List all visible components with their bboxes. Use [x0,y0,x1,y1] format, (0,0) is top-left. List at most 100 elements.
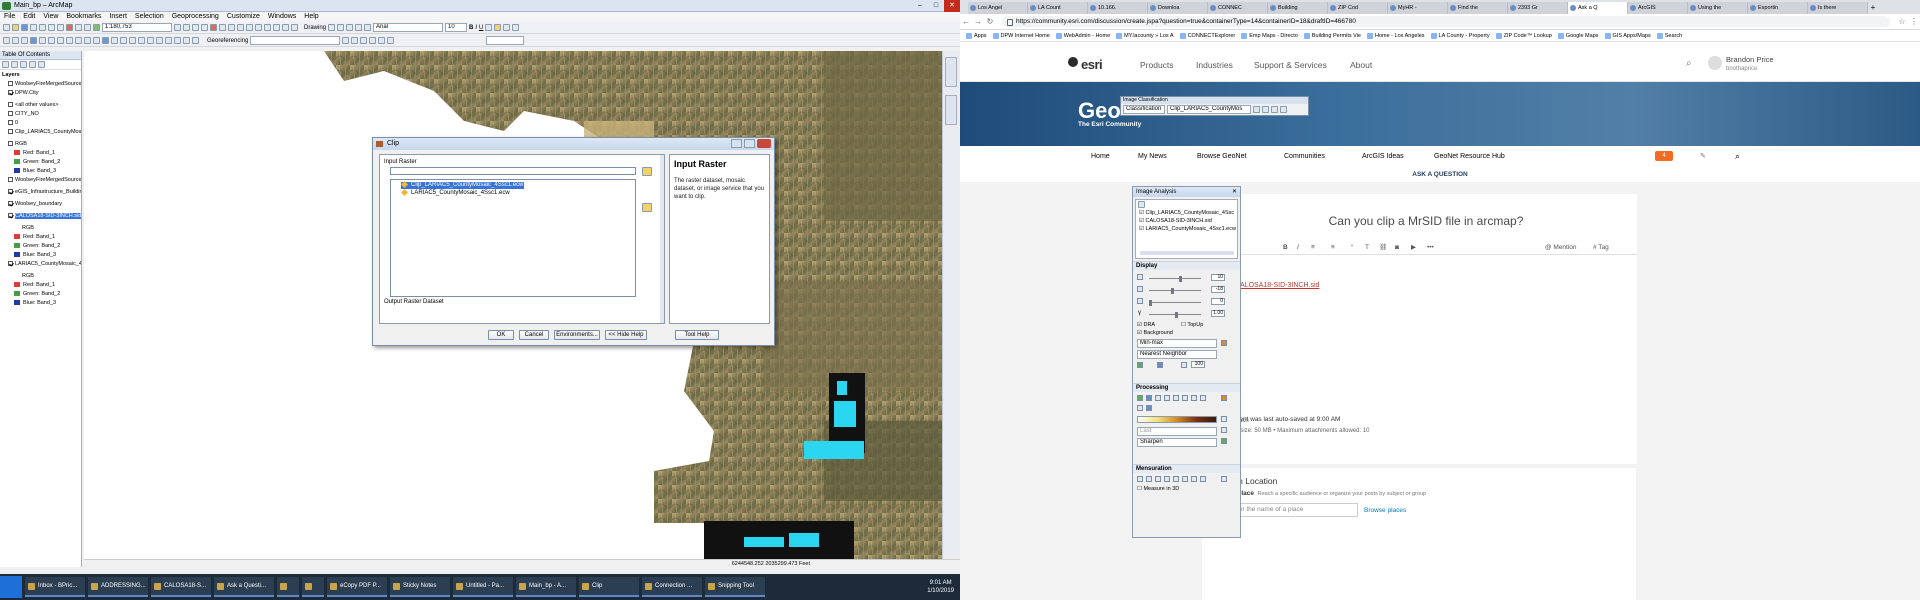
last-tool-icon[interactable] [1221,427,1227,433]
toc-item[interactable]: WoolseyFireMergedSources_h [0,81,81,87]
rotate-icon[interactable] [337,24,345,31]
tool-5-icon[interactable] [282,24,289,31]
browser-tab[interactable]: Los Angel [968,2,1028,14]
extra-combo[interactable] [486,36,525,45]
place-name-input[interactable]: Enter the name of a place [1224,503,1358,517]
notification-badge[interactable]: 4 [1655,151,1673,161]
layer-visibility-checkbox[interactable] [8,201,13,207]
tool-help-button[interactable]: Tool Help [675,330,719,340]
taskbar-app-button[interactable]: Connection ... [642,577,702,597]
meas-tool-6-icon[interactable] [1182,476,1188,482]
list-by-source-icon[interactable] [11,61,18,68]
list-by-visibility-icon[interactable] [20,61,27,68]
undo-icon[interactable] [75,24,82,31]
bookmark-item[interactable]: DPW Internet Home [992,30,1050,41]
toc-item[interactable]: 0 [0,120,81,126]
bookmark-item[interactable]: GIS Apps/Maps [1604,30,1651,41]
editor-icon[interactable] [174,24,181,31]
taskbar-app-button[interactable]: eCopy PDF P... [327,577,387,597]
layer-visibility-checkbox[interactable] [8,90,13,96]
user-avatar[interactable] [1708,56,1722,70]
raster-list-item[interactable]: LARIAC5_CountyMosaic_4Ssc1.ecw [401,190,511,197]
map-scale-combo[interactable]: 1:180,753 [102,23,172,32]
toc-item[interactable]: Blue: Band_3 [0,300,81,306]
font-color-icon[interactable] [485,24,493,31]
layer-visibility-checkbox[interactable] [8,177,13,183]
nav-products[interactable]: Products [1140,60,1174,70]
gamma-slider[interactable] [1149,312,1201,318]
toc-item[interactable]: CALOSA18-SID-3INCH.sid [0,213,81,219]
ia-options-icon[interactable] [1138,201,1145,208]
resample-dropdown[interactable]: Nearest Neighbor [1137,350,1217,359]
bold-button[interactable]: B [469,25,473,31]
taskbar-app-button[interactable]: Sticky Notes [390,577,450,597]
proc-save-icon[interactable] [1221,395,1227,401]
ic-layer-dropdown[interactable]: Clip_LARIAC5_CountyMos [1167,105,1251,114]
swipe-icon[interactable] [183,37,190,44]
subnav-ideas[interactable]: ArcGIS Ideas [1362,148,1404,166]
transparency-slider[interactable] [1149,300,1201,306]
taskbar-app-button[interactable] [277,577,299,597]
tool-2-icon[interactable] [255,24,262,31]
sharpen-dropdown[interactable]: Sharpen [1137,438,1217,447]
meas-tool-9-icon[interactable] [1221,476,1227,482]
layer-visibility-checkbox[interactable] [8,102,13,108]
font-size-combo[interactable]: 10 [445,23,468,32]
user-name[interactable]: Brandon Price [1726,55,1774,64]
toc-item[interactable]: RGB [0,225,81,231]
layer-visibility-checkbox[interactable] [8,261,13,267]
browser-tab[interactable]: CONNEC [1208,2,1268,14]
body-sid-link[interactable]: CALOSA18-SID-3INCH.sid [1235,282,1319,289]
proc-tool-4-icon[interactable] [1164,395,1170,401]
search-icon[interactable] [201,24,208,31]
layer-visibility-checkbox[interactable] [8,189,13,195]
identify-icon[interactable] [102,37,109,44]
ia-processing-section[interactable]: Processing [1133,383,1240,392]
proc-tool-7-icon[interactable] [1191,395,1197,401]
input-raster-dropdown[interactable] [390,167,636,175]
browser-tab[interactable]: 2393 Gr [1508,2,1568,14]
georef-tool-5-icon[interactable] [378,37,386,44]
question-title-input[interactable]: Can you clip a MrSID file in arcmap? [1215,214,1637,228]
transparency-value[interactable]: 0 [1211,298,1225,305]
bookmark-item[interactable]: Building Permits Vie [1303,30,1361,41]
browser-tab[interactable]: Using the [1688,2,1748,14]
menu-help[interactable]: Help [304,12,318,22]
select-features-icon[interactable] [75,37,82,44]
dra-checkbox[interactable]: ☑ DRA [1137,322,1155,328]
find-route-icon[interactable] [147,37,154,44]
bookmark-item[interactable]: ZIP Code™ Lookup [1495,30,1552,41]
taskbar-app-button[interactable]: Snipping Tool [705,577,765,597]
menu-bookmarks[interactable]: Bookmarks [66,12,101,22]
back-extent-icon[interactable] [57,37,64,44]
georef-tool-1-icon[interactable] [342,37,350,44]
browser-tab[interactable]: ZIP Cod [1328,2,1388,14]
raster-list-item-selected[interactable]: Clip_LARIAC5_CountyMosaic_4Ssc1.ecw [401,182,525,190]
browser-tab[interactable]: ArcGIS [1628,2,1688,14]
zoom-in-icon[interactable] [3,37,10,44]
minimize-button[interactable]: – [912,0,928,12]
fixed-zoom-in-icon[interactable] [39,37,46,44]
cut-icon[interactable] [39,24,46,31]
taskbar-app-button[interactable]: Ask a Questi... [214,577,274,597]
python-icon[interactable] [219,24,226,31]
create-icon[interactable]: ✎ [1700,148,1706,166]
colormap-icon[interactable] [1221,416,1227,422]
toc-item[interactable]: Red: Band_1 [0,234,81,240]
transparency-knob[interactable] [1149,300,1152,306]
ia-zoom-icon[interactable] [1181,362,1187,368]
browser-tab[interactable]: Exportin [1748,2,1808,14]
taskbar-app-button[interactable]: Main_bp - A... [516,577,576,597]
reload-icon[interactable]: ↻ [984,17,996,26]
tool-3-icon[interactable] [264,24,271,31]
georef-tool-6-icon[interactable] [387,37,395,44]
bookmark-item[interactable]: WebAdmin - Home [1055,30,1110,41]
ia-layer-item[interactable]: ☑ LARIAC5_CountyMosaic_4Ssc1.ecw [1139,226,1236,232]
proc-tool-5-icon[interactable] [1173,395,1179,401]
meas-tool-7-icon[interactable] [1191,476,1197,482]
editor-bullets-icon[interactable]: ≡ [1311,241,1315,255]
browser-tab[interactable]: Is there [1808,2,1868,14]
new-icon[interactable] [3,24,10,31]
italic-button[interactable]: I [475,25,477,31]
menu-customize[interactable]: Customize [227,12,260,22]
